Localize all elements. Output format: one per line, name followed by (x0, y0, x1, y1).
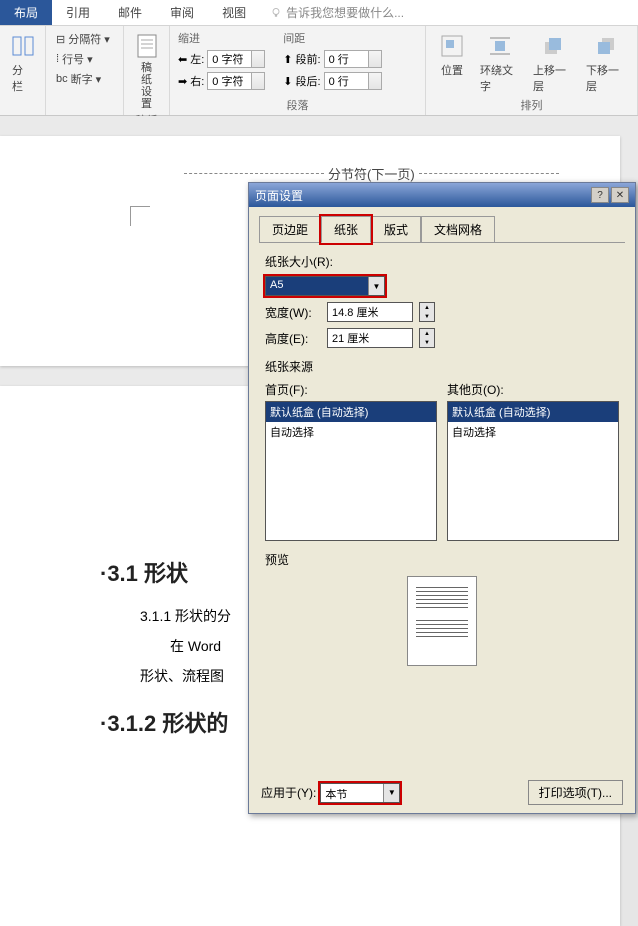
indent-right-input[interactable]: 0 字符 (207, 72, 265, 90)
paper-settings-button[interactable]: 稿纸 设置 (132, 30, 161, 112)
paper-source-label: 纸张来源 (265, 358, 619, 375)
bring-forward-button[interactable]: 上移一层 (529, 30, 576, 97)
dialog-footer: 应用于(Y): 本节 ▼ 打印选项(T)... (249, 772, 635, 813)
wrap-icon (486, 32, 514, 60)
space-before-icon: ⬆ (283, 53, 292, 66)
indent-left-input[interactable]: 0 字符 (207, 50, 265, 68)
tell-me-placeholder: 告诉我您想要做什么... (286, 4, 404, 21)
columns-button[interactable]: 分栏 (8, 30, 37, 96)
columns-icon (9, 32, 37, 60)
columns-label: 分栏 (12, 62, 33, 94)
space-before-input[interactable]: 0 行 (324, 50, 382, 68)
paper-size-value: A5 (266, 277, 368, 295)
indent-right-row: ➡ 右: 0 字符 (178, 72, 265, 90)
preview-thumbnail (407, 576, 477, 666)
ribbon-body: 分栏 ⊟分隔符▾ ⁞行号▾ bc断字▾ 稿纸 设置 稿纸 缩进 ⬅ 左: 0 字… (0, 26, 638, 116)
tab-references[interactable]: 引用 (52, 0, 104, 25)
tab-paper[interactable]: 纸张 (321, 216, 371, 243)
paper-size-combo[interactable]: A5 ▼ (265, 276, 385, 296)
group-label-paragraph: 段落 (178, 97, 417, 113)
wrap-text-button[interactable]: 环绕文字 (476, 30, 523, 97)
tab-layout[interactable]: 布局 (0, 0, 52, 25)
backward-icon (592, 32, 620, 60)
group-label-arrange: 排列 (434, 97, 629, 113)
other-pages-listbox[interactable]: 默认纸盒 (自动选择) 自动选择 (447, 401, 619, 541)
chevron-down-icon: ▾ (87, 53, 93, 66)
width-label: 宽度(W): (265, 304, 321, 321)
dialog-title: 页面设置 (255, 187, 303, 204)
apply-to-value: 本节 (321, 784, 383, 802)
tab-review[interactable]: 审阅 (156, 0, 208, 25)
paper-settings-label: 稿纸 设置 (136, 62, 157, 110)
list-item[interactable]: 默认纸盒 (自动选择) (266, 402, 436, 422)
chevron-down-icon: ▼ (368, 277, 384, 295)
hyphenation-button[interactable]: bc断字▾ (54, 70, 115, 88)
dialog-titlebar: 页面设置 ? ✕ (249, 183, 635, 207)
dialog-tabs: 页边距 纸张 版式 文档网格 (249, 207, 635, 242)
tab-mailings[interactable]: 邮件 (104, 0, 156, 25)
width-input[interactable] (327, 302, 413, 322)
chevron-down-icon: ▾ (96, 73, 102, 86)
space-after-row: ⬇ 段后: 0 行 (283, 72, 381, 90)
paper-size-label: 纸张大小(R): (265, 253, 619, 270)
list-item[interactable]: 默认纸盒 (自动选择) (448, 402, 618, 422)
chevron-down-icon: ▼ (383, 784, 399, 802)
indent-left-row: ⬅ 左: 0 字符 (178, 50, 265, 68)
tell-me-search[interactable]: 告诉我您想要做什么... (270, 0, 404, 25)
crop-mark (130, 206, 150, 226)
page-setup-dialog: 页面设置 ? ✕ 页边距 纸张 版式 文档网格 纸张大小(R): A5 ▼ 宽度… (248, 182, 636, 814)
break-icon: ⊟ (56, 33, 65, 46)
line-numbers-button[interactable]: ⁞行号▾ (54, 50, 115, 68)
tab-margins[interactable]: 页边距 (259, 216, 321, 243)
tab-layout-dlg[interactable]: 版式 (371, 216, 421, 243)
height-label: 高度(E): (265, 330, 321, 347)
space-after-input[interactable]: 0 行 (324, 72, 382, 90)
height-spinner[interactable]: ▲▼ (419, 328, 435, 348)
help-button[interactable]: ? (591, 187, 609, 203)
list-item[interactable]: 自动选择 (266, 422, 436, 442)
first-page-label: 首页(F): (265, 381, 437, 398)
tab-document-grid[interactable]: 文档网格 (421, 216, 495, 243)
section-break-marker: 分节符(下一页) (180, 164, 563, 183)
send-backward-button[interactable]: 下移一层 (582, 30, 629, 97)
linenum-icon: ⁞ (56, 53, 59, 65)
indent-right-icon: ➡ (178, 75, 187, 88)
space-before-row: ⬆ 段前: 0 行 (283, 50, 381, 68)
tab-view[interactable]: 视图 (208, 0, 260, 25)
first-page-listbox[interactable]: 默认纸盒 (自动选择) 自动选择 (265, 401, 437, 541)
breaks-button[interactable]: ⊟分隔符▾ (54, 30, 115, 48)
forward-icon (539, 32, 567, 60)
print-options-button[interactable]: 打印选项(T)... (528, 780, 623, 805)
apply-to-combo[interactable]: 本节 ▼ (320, 783, 400, 803)
preview-label: 预览 (265, 551, 619, 568)
close-button[interactable]: ✕ (611, 187, 629, 203)
space-after-icon: ⬇ (283, 75, 292, 88)
position-icon (438, 32, 466, 60)
paper-icon (133, 32, 161, 60)
spacing-group-label: 间距 (283, 30, 381, 46)
other-pages-label: 其他页(O): (447, 381, 619, 398)
chevron-down-icon: ▾ (104, 33, 110, 46)
position-button[interactable]: 位置 (434, 30, 470, 97)
height-input[interactable] (327, 328, 413, 348)
indent-group-label: 缩进 (178, 30, 265, 46)
lightbulb-icon (270, 7, 282, 19)
ribbon-tab-strip: 布局 引用 邮件 审阅 视图 告诉我您想要做什么... (0, 0, 638, 26)
apply-to-label: 应用于(Y): (261, 784, 316, 801)
list-item[interactable]: 自动选择 (448, 422, 618, 442)
width-spinner[interactable]: ▲▼ (419, 302, 435, 322)
indent-left-icon: ⬅ (178, 53, 187, 66)
hyphen-icon: bc (56, 73, 68, 85)
